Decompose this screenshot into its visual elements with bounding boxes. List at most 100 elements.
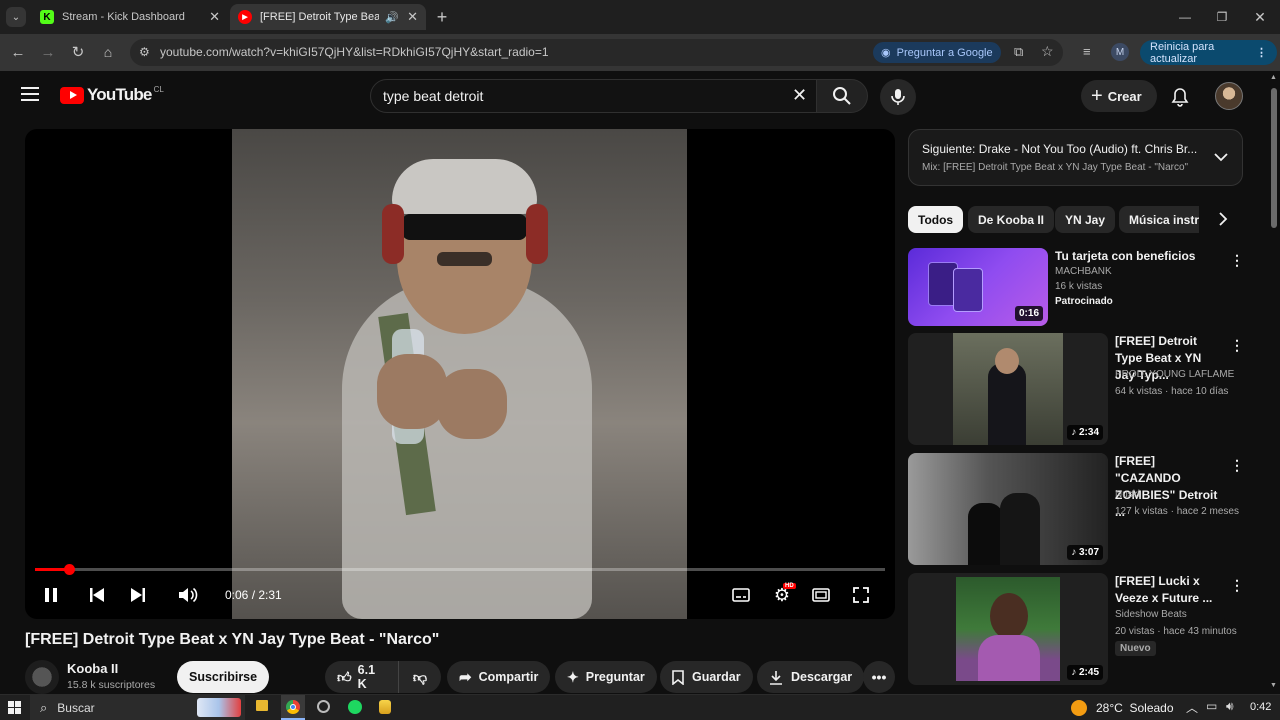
home-icon[interactable]: ⌂ — [98, 42, 118, 62]
subtitles-icon[interactable] — [731, 585, 751, 605]
spotify-taskbar-icon[interactable] — [348, 700, 362, 714]
tab-kick-dashboard[interactable]: K Stream - Kick Dashboard ✕ — [32, 4, 228, 30]
video-thumbnail[interactable]: 0:16 — [908, 248, 1048, 326]
chips-next-arrow-icon[interactable] — [1200, 204, 1244, 234]
forward-arrow-icon[interactable]: → — [38, 42, 58, 62]
progress-scrubber[interactable] — [64, 564, 75, 575]
hamburger-menu-icon[interactable] — [21, 87, 39, 101]
create-button[interactable]: + Crear — [1081, 80, 1157, 112]
list-item[interactable]: ♪ 2:34 [FREE] Detroit Type Beat x YN Jay… — [908, 333, 1244, 445]
chip-todos[interactable]: Todos — [908, 206, 964, 233]
tab-search-chevron-icon[interactable]: ⌄ — [6, 7, 26, 27]
account-avatar[interactable] — [1215, 82, 1243, 110]
channel-name[interactable]: MACHBANK — [1055, 266, 1112, 277]
voice-search-button[interactable] — [880, 79, 916, 115]
more-actions-icon[interactable]: ••• — [863, 661, 895, 693]
view-count: 64 k vistas · hace 10 días — [1115, 386, 1229, 397]
video-player[interactable]: 0:06 / 2:31 ⚙ HD — [25, 129, 895, 619]
media-controls-icon[interactable]: ≡ — [1083, 44, 1091, 59]
video-thumbnail[interactable]: ♪ 3:07 — [908, 453, 1108, 565]
volume-icon[interactable]: 🔊︎ — [1226, 699, 1234, 714]
minimize-icon[interactable]: — — [1175, 7, 1195, 27]
download-button[interactable]: Descargar — [757, 661, 865, 693]
video-title[interactable]: [FREE] Lucki x Veeze x Future ... — [1115, 573, 1223, 607]
chrome-taskbar-icon[interactable] — [281, 695, 305, 720]
list-item[interactable]: ♪ 2:45 [FREE] Lucki x Veeze x Future ...… — [908, 573, 1244, 685]
up-next-panel[interactable]: Siguiente: Drake - Not You Too (Audio) f… — [908, 129, 1243, 186]
profile-avatar[interactable]: M — [1111, 43, 1129, 61]
tab-youtube-video[interactable]: ▶ [FREE] Detroit Type Beat x Y 🔊 ✕ — [230, 4, 426, 30]
taskbar-search-box[interactable]: ⌕ Buscar — [30, 695, 245, 720]
subscribe-button[interactable]: Suscribirse — [177, 661, 270, 693]
more-options-icon[interactable]: ⋮ — [1230, 577, 1244, 594]
theater-mode-icon[interactable] — [811, 585, 831, 605]
close-tab-icon[interactable]: ✕ — [407, 9, 418, 25]
site-settings-icon[interactable]: ⚙ — [139, 45, 150, 59]
restart-to-update-button[interactable]: Reinicia para actualizar ⋮ — [1140, 40, 1277, 65]
chip-yn-jay[interactable]: YN Jay — [1055, 206, 1116, 233]
install-app-icon[interactable]: ⧉ — [1014, 44, 1023, 60]
fullscreen-icon[interactable] — [851, 585, 871, 605]
scrollbar-thumb[interactable] — [1271, 88, 1277, 228]
video-title[interactable]: Tu tarjeta con beneficios — [1055, 248, 1225, 265]
list-item[interactable]: 0:16 Tu tarjeta con beneficios MACHBANK … — [908, 248, 1244, 326]
share-button[interactable]: ➦ Compartir — [447, 661, 551, 693]
clock-time[interactable]: 0:42 — [1250, 701, 1271, 713]
windows-start-icon[interactable] — [8, 701, 21, 714]
network-icon[interactable]: ▭ — [1206, 699, 1217, 713]
bookmark-icon — [672, 669, 684, 685]
youtube-logo[interactable]: YouTube CL — [60, 85, 164, 105]
ask-google-button[interactable]: ◉ Preguntar a Google — [873, 42, 1001, 63]
channel-name[interactable]: PROD. YOUNG LAFLAME — [1115, 369, 1234, 380]
search-input[interactable]: type beat detroit ✕ — [370, 79, 817, 113]
video-thumbnail[interactable]: ♪ 2:45 — [908, 573, 1108, 685]
more-options-icon[interactable]: ⋮ — [1230, 337, 1244, 354]
show-hidden-icons-chevron-icon[interactable]: ︿ — [1186, 699, 1198, 716]
like-button[interactable]: 👍︎ 6.1 K — [325, 661, 399, 693]
close-tab-icon[interactable]: ✕ — [209, 9, 220, 25]
volume-icon[interactable] — [177, 585, 199, 605]
reload-icon[interactable]: ↻ — [68, 42, 88, 62]
weather-text[interactable]: 28°C Soleado — [1096, 701, 1174, 715]
new-tab-plus-icon[interactable]: + — [432, 7, 452, 27]
channel-name[interactable]: Nuski — [1115, 489, 1140, 500]
figure-blindfold — [402, 214, 527, 240]
bookmark-star-icon[interactable]: ☆ — [1041, 43, 1054, 60]
download-icon — [770, 670, 782, 685]
close-window-icon[interactable]: ✕ — [1250, 7, 1270, 27]
app-taskbar-icon[interactable] — [379, 700, 391, 714]
clear-search-icon[interactable]: ✕ — [792, 85, 807, 106]
chip-de-kooba[interactable]: De Kooba II — [968, 206, 1055, 233]
file-explorer-icon[interactable] — [256, 700, 268, 711]
channel-name[interactable]: Kooba II — [67, 661, 118, 676]
video-thumbnail[interactable]: ♪ 2:34 — [908, 333, 1108, 445]
back-arrow-icon[interactable]: ← — [8, 42, 28, 62]
app-taskbar-icon[interactable] — [317, 700, 330, 713]
notifications-bell-icon[interactable] — [1171, 87, 1189, 112]
save-button[interactable]: Guardar — [660, 661, 753, 693]
address-bar[interactable]: ⚙ youtube.com/watch?v=khiGI57QjHY&list=R… — [130, 39, 1063, 66]
page-scrollbar[interactable]: ▲ ▼ — [1268, 71, 1280, 694]
search-query[interactable]: type beat detroit — [383, 88, 483, 104]
next-icon[interactable] — [128, 585, 148, 605]
ask-button[interactable]: ✦ Preguntar — [555, 661, 657, 693]
url-text[interactable]: youtube.com/watch?v=khiGI57QjHY&list=RDk… — [160, 45, 549, 59]
search-button[interactable] — [816, 79, 868, 113]
channel-name[interactable]: Sideshow Beats — [1115, 609, 1187, 620]
expand-chevron-icon[interactable] — [1214, 152, 1228, 162]
list-item[interactable]: ♪ 3:07 [FREE] "CAZANDO ZOMBIES" Detroit … — [908, 453, 1244, 565]
settings-gear-icon[interactable]: ⚙ HD — [770, 583, 796, 606]
scroll-down-icon[interactable]: ▼ — [1270, 682, 1277, 689]
channel-avatar[interactable] — [25, 660, 59, 694]
maximize-icon[interactable]: ❐ — [1212, 7, 1232, 27]
duration-text: 2:45 — [1078, 667, 1099, 678]
more-options-icon[interactable]: ⋮ — [1230, 457, 1244, 474]
more-options-icon[interactable]: ⋮ — [1230, 252, 1244, 269]
pause-icon[interactable] — [41, 585, 61, 605]
previous-icon[interactable] — [87, 585, 107, 605]
progress-track[interactable] — [35, 568, 885, 571]
chip-musica-instrumental[interactable]: Música instr — [1119, 206, 1199, 233]
scroll-up-icon[interactable]: ▲ — [1270, 74, 1277, 81]
dislike-button[interactable]: 👎︎ — [399, 661, 441, 693]
speaker-icon[interactable]: 🔊 — [385, 11, 399, 24]
